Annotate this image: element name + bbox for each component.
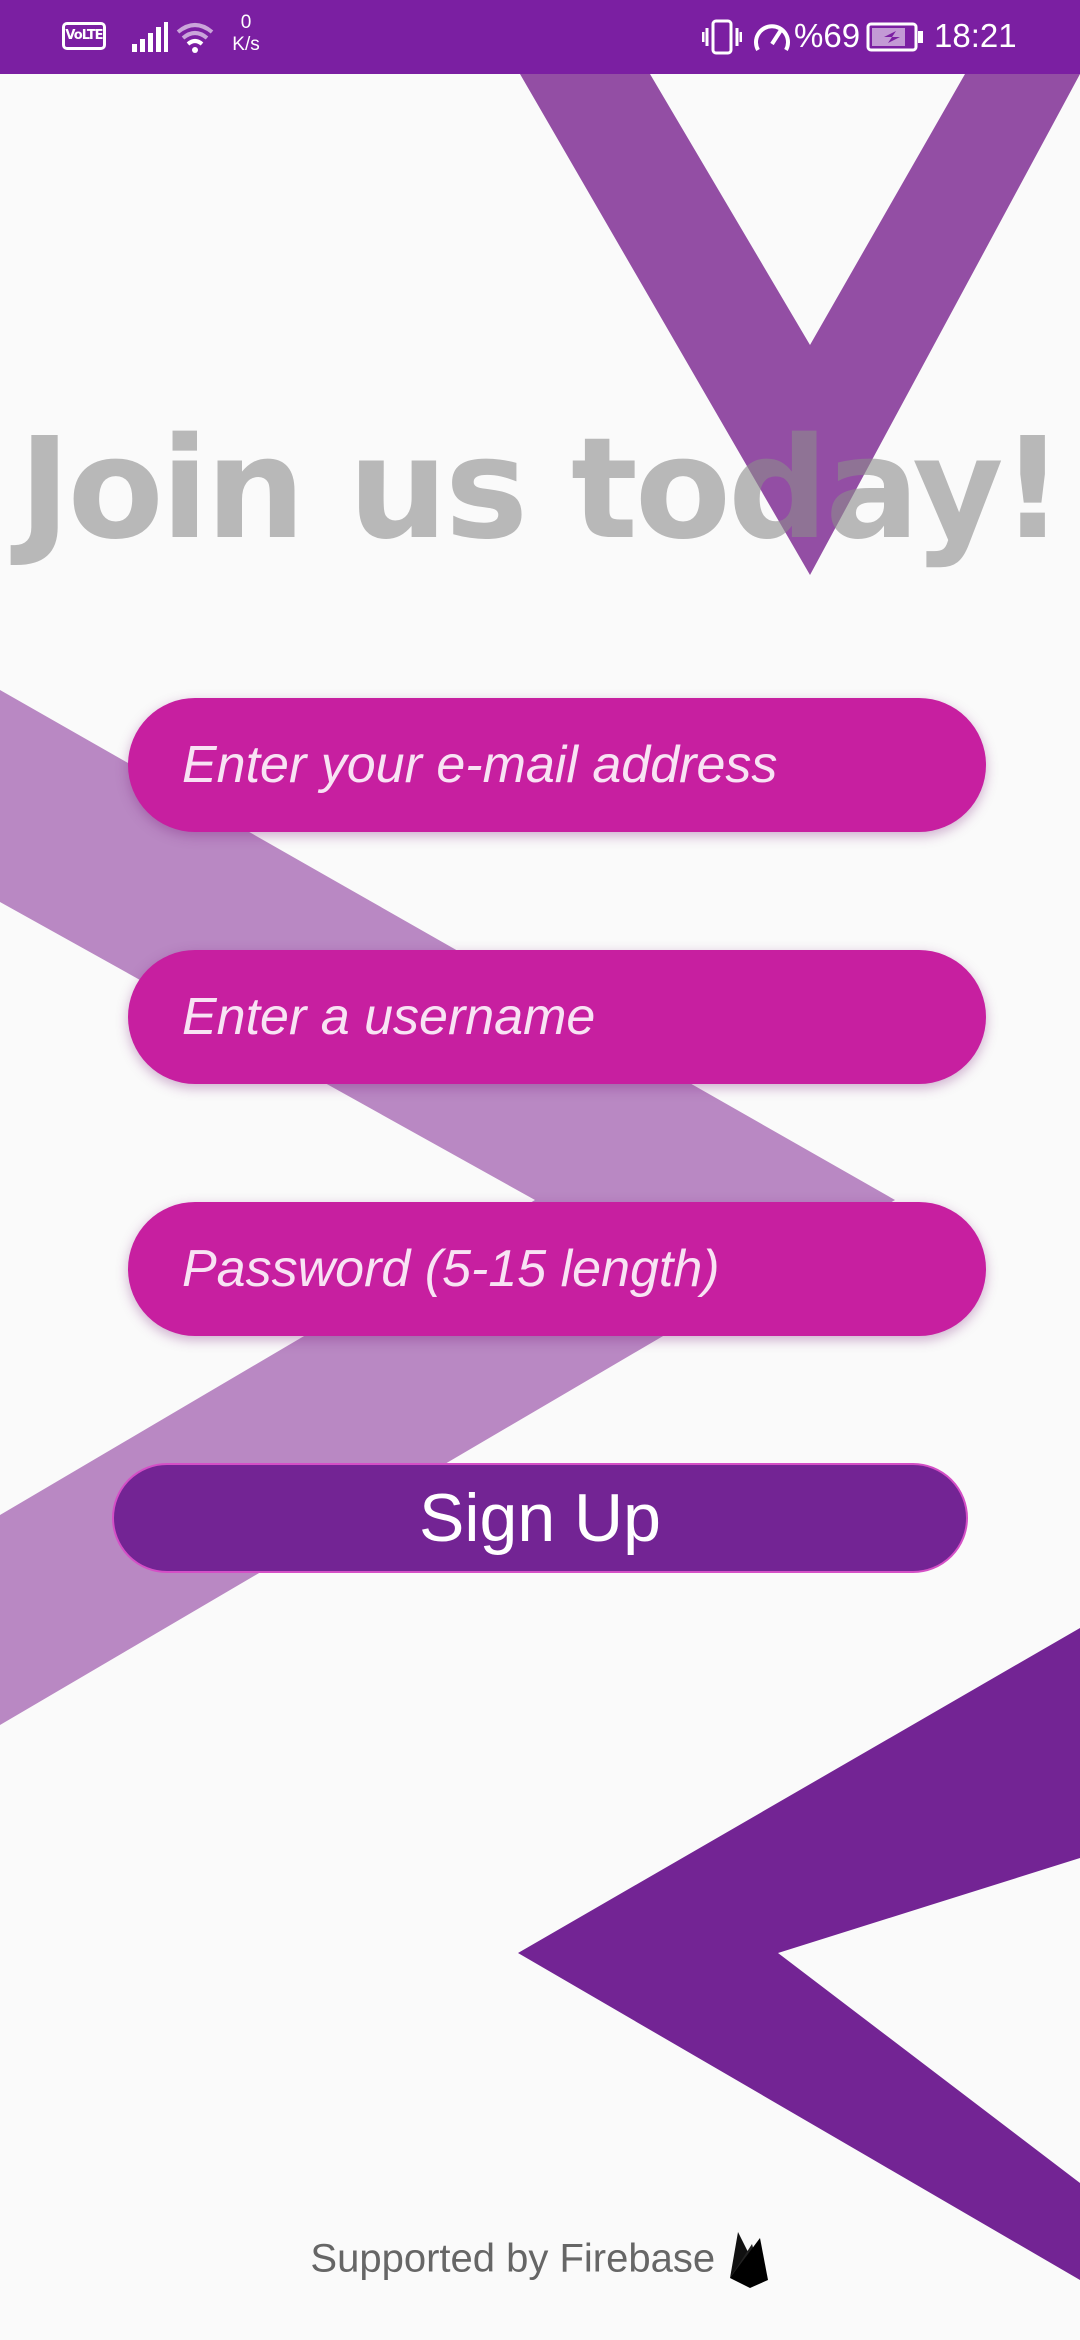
background-chevrons — [0, 74, 1080, 2280]
battery-percentage: %69 — [794, 17, 861, 54]
status-bar: VoLTE 0 K/s %69 18:21 — [0, 0, 1080, 74]
vibrate-icon — [702, 19, 742, 55]
username-field[interactable] — [128, 950, 986, 1084]
page-title: Join us today! — [18, 408, 1065, 571]
bottom-chevron — [518, 1628, 1080, 2280]
wifi-icon — [176, 23, 214, 53]
firebase-icon — [729, 2232, 768, 2288]
footer-text: Supported by Firebase — [310, 2236, 716, 2281]
username-input[interactable] — [182, 950, 962, 1084]
signup-screen: VoLTE 0 K/s %69 18:21 Join us today! Ent… — [0, 0, 1080, 2340]
speedometer-icon — [754, 24, 790, 51]
clock: 18:21 — [934, 17, 1017, 54]
footer: Supported by Firebase — [0, 2230, 1080, 2288]
email-field[interactable] — [128, 698, 986, 832]
battery-charging-icon — [866, 22, 923, 52]
signal-icon — [132, 22, 168, 52]
email-input[interactable] — [182, 698, 962, 832]
signup-button[interactable]: Sign Up — [112, 1463, 968, 1573]
password-input[interactable] — [182, 1202, 962, 1336]
password-field[interactable] — [128, 1202, 986, 1336]
volte-icon: VoLTE — [62, 22, 106, 50]
network-speed: 0 K/s — [232, 12, 260, 55]
